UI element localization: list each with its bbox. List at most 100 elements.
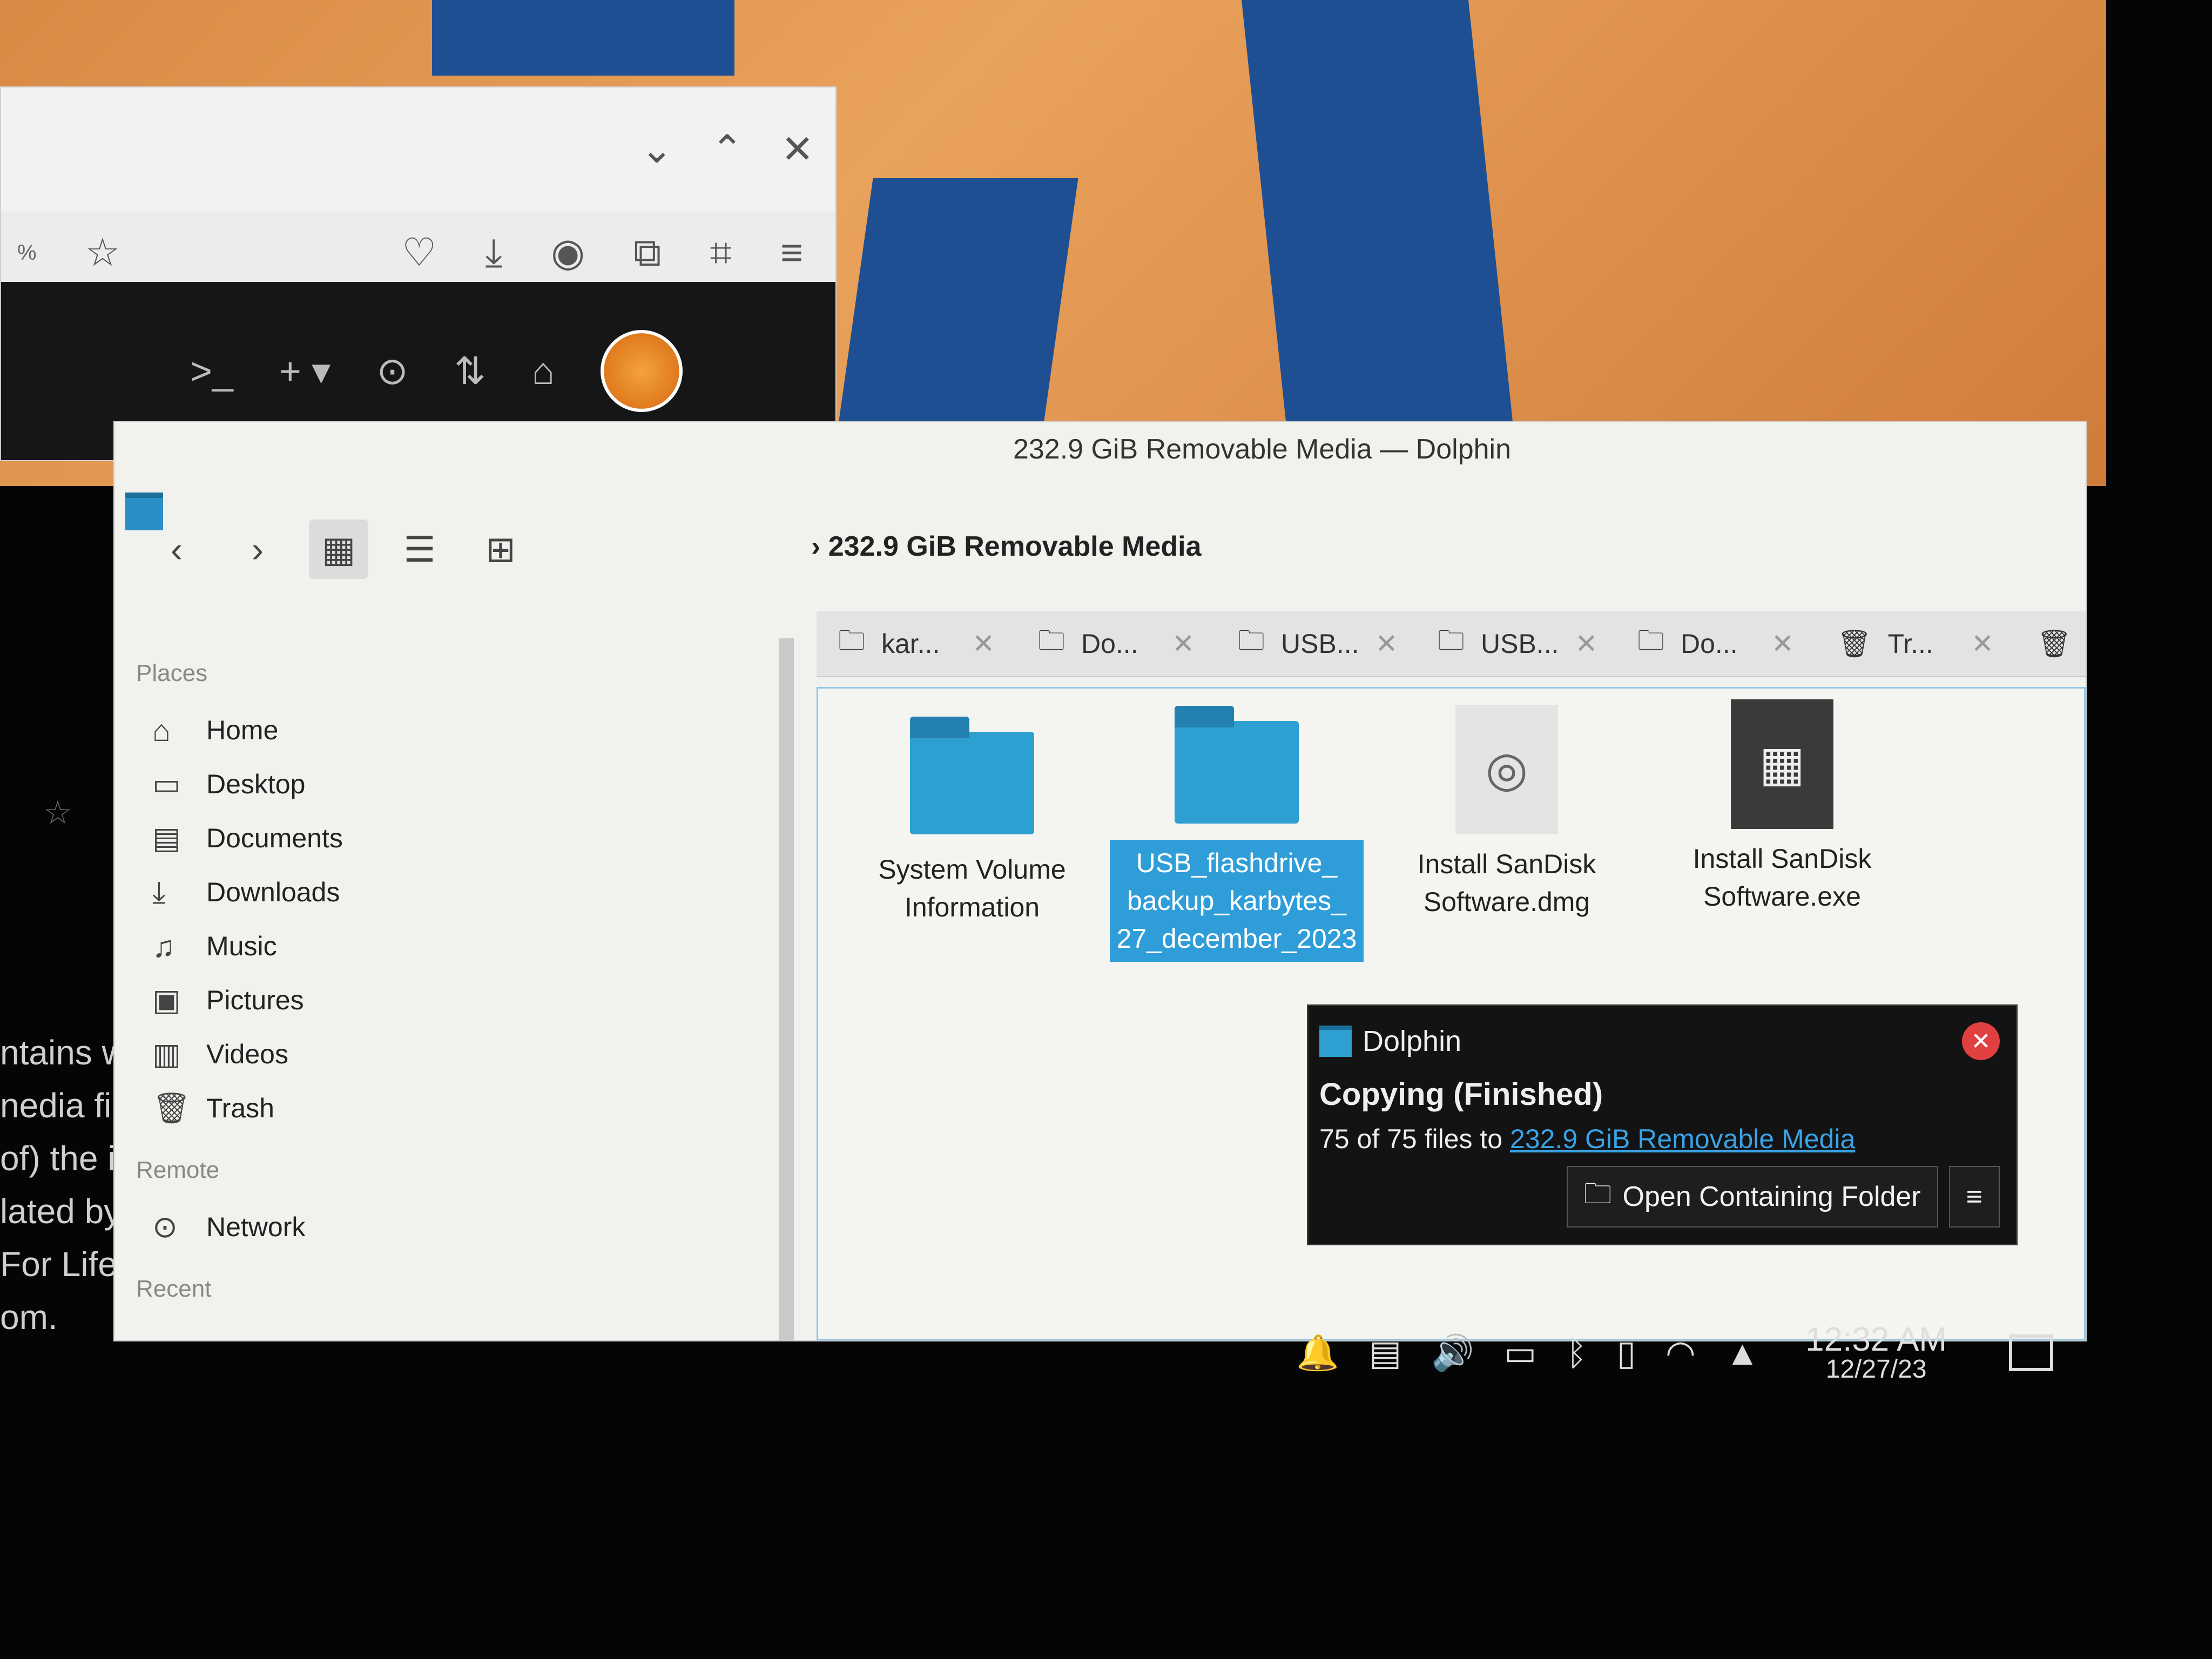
avatar[interactable] — [600, 330, 683, 412]
close-icon[interactable]: ✕ — [1962, 1022, 2000, 1060]
zoom-indicator[interactable]: % — [17, 241, 37, 265]
chevron-right-icon: › — [811, 531, 828, 562]
notifications-icon[interactable]: 🔔 — [1296, 1333, 1339, 1373]
executable-icon: ▦ — [1731, 699, 1833, 829]
screenshot-icon[interactable]: ⌗ — [710, 233, 732, 272]
breadcrumb[interactable]: › 232.9 GiB Removable Media — [811, 530, 1202, 563]
folder-icon: 🗀 — [1637, 625, 1664, 656]
clipboard-icon[interactable]: ▤ — [1369, 1333, 1401, 1373]
tab[interactable]: 🗀 Do... ✕ — [1016, 621, 1216, 667]
account-icon[interactable]: ◉ — [551, 233, 585, 272]
file-name: USB_flashdrive_ backup_karbytes_ 27_dece… — [1110, 840, 1364, 962]
home-icon: ⌂ — [152, 713, 171, 747]
tab[interactable]: 🗀 USB... ✕ — [1416, 621, 1616, 667]
close-icon[interactable]: ✕ — [1172, 628, 1195, 659]
sidebar-item-label: Music — [206, 931, 277, 961]
terminal-icon[interactable]: >_ — [190, 349, 233, 393]
notification-body-text: 75 of 75 files to — [1319, 1124, 1503, 1154]
browser-titlebar[interactable]: ⌄ ⌃ ✕ — [1, 87, 835, 212]
notification-menu-button[interactable]: ≡ — [1948, 1166, 2000, 1228]
merge-icon[interactable]: ⇅ — [454, 349, 486, 393]
file-item[interactable]: ▦ Install SanDisk Software.exe — [1655, 699, 1909, 915]
sidebar-item-network[interactable]: ⊙ Network — [136, 1200, 881, 1254]
pocket-icon[interactable]: ♡ — [402, 233, 437, 272]
star-icon[interactable]: ☆ — [85, 233, 120, 272]
forward-icon[interactable]: › — [228, 520, 287, 579]
volume-icon[interactable]: 🔊 — [1431, 1333, 1474, 1373]
icons-view-icon[interactable]: ▦ — [309, 520, 368, 579]
clock-time: 12:32 AM — [1805, 1321, 1947, 1358]
tab-bar: 🗀 kar... ✕ 🗀 Do... ✕ 🗀 USB... ✕ 🗀 USB... ✕ 🗀 Do..… — [817, 611, 2086, 677]
notification-header: Dolphin ✕ — [1309, 1006, 2016, 1060]
sidebar-item-trash[interactable]: 🗑 Trash — [136, 1081, 881, 1135]
bluetooth-icon[interactable]: ᛒ — [1566, 1333, 1587, 1373]
panel-splitter[interactable] — [779, 638, 794, 1340]
close-icon[interactable]: ✕ — [1771, 628, 1794, 659]
compact-view-icon[interactable]: ☰ — [390, 520, 449, 579]
places-header: Places — [136, 660, 208, 686]
sidebar-item-label: Trash — [206, 1093, 274, 1123]
close-icon[interactable]: ✕ — [781, 130, 814, 169]
folder-icon: 🗀 — [1438, 625, 1465, 656]
close-icon[interactable]: ✕ — [1971, 628, 1994, 659]
music-icon: ♫ — [152, 929, 175, 963]
sidebar-item-videos[interactable]: ▥ Videos — [136, 1027, 881, 1081]
sidebar-item-desktop[interactable]: ▭ Desktop — [136, 757, 881, 811]
tab[interactable]: 🗀 kar... ✕ — [817, 621, 1016, 667]
star-icon: ☆ — [43, 794, 72, 831]
folder-icon — [910, 717, 1034, 834]
close-icon[interactable]: ✕ — [972, 628, 995, 659]
file-name: System Volume Information — [878, 854, 1066, 922]
browser-window[interactable]: ⌄ ⌃ ✕ % ☆ ♡ ⤓ ◉ ⧉ ⌗ ≡ >_ + ▾ ⊙ ⇅ ⌂ — [0, 86, 837, 461]
open-containing-folder-button[interactable]: 🗀 Open Containing Folder — [1566, 1166, 1938, 1228]
file-item[interactable]: System Volume Information — [845, 717, 1099, 926]
file-name: Install SanDisk Software.dmg — [1417, 849, 1596, 917]
inbox-icon[interactable]: ⌂ — [532, 349, 555, 393]
notification-destination-link[interactable]: 232.9 GiB Removable Media — [1510, 1124, 1855, 1154]
notification-popup[interactable]: Dolphin ✕ Copying (Finished) 75 of 75 fi… — [1307, 1004, 2018, 1245]
tab[interactable]: 🗀 USB... ✕ — [1216, 621, 1416, 667]
sidebar-item-downloads[interactable]: ⤓ Downloads — [136, 865, 881, 919]
file-item[interactable]: ◎ Install SanDisk Software.dmg — [1380, 705, 1634, 921]
close-icon[interactable]: ✕ — [1375, 628, 1398, 659]
dolphin-app-icon — [1319, 1026, 1352, 1057]
file-name: Install SanDisk Software.exe — [1692, 844, 1872, 912]
digital-clock[interactable]: 12:32 AM 12/27/23 — [1805, 1323, 1947, 1382]
folder-icon — [1175, 706, 1299, 824]
sidebar-item-label: Desktop — [206, 769, 306, 799]
sidebar-item-pictures[interactable]: ▣ Pictures — [136, 973, 881, 1027]
details-view-icon[interactable]: ⊞ — [471, 520, 530, 579]
extensions-icon[interactable]: ⧉ — [633, 233, 661, 272]
desktop-icon: ▭ — [152, 767, 181, 801]
sidebar-item-label: Network — [206, 1212, 306, 1242]
sidebar-item-label: Documents — [206, 823, 343, 853]
sidebar-item-music[interactable]: ♫ Music — [136, 919, 881, 973]
file-item-selected[interactable]: USB_flashdrive_ backup_karbytes_ 27_dece… — [1110, 706, 1364, 962]
close-icon[interactable]: ✕ — [1575, 628, 1597, 659]
clock-date: 12/27/23 — [1825, 1355, 1927, 1384]
tab[interactable]: 🗑 Tr... ✕ — [1816, 628, 2015, 660]
trash-icon: 🗑 — [152, 1091, 191, 1125]
system-tray: 🔔 ▤ 🔊 ▭ ᛒ ▯ ◠ ▲ 12:32 AM 12/27/23 — [1296, 1307, 2131, 1399]
tab-label: USB... — [1481, 629, 1559, 659]
tab-trash-overflow[interactable]: 🗑 — [2015, 628, 2080, 660]
breadcrumb-location[interactable]: 232.9 GiB Removable Media — [828, 531, 1202, 562]
wifi-icon[interactable]: ◠ — [1665, 1333, 1696, 1373]
folder-icon: 🗀 — [838, 625, 865, 656]
sidebar-item-documents[interactable]: ▤ Documents — [136, 811, 881, 865]
new-tab-icon[interactable]: + ▾ — [279, 349, 331, 393]
back-icon[interactable]: ‹ — [147, 520, 206, 579]
download-icon[interactable]: ⤓ — [485, 233, 502, 272]
tray-expand-icon[interactable]: ▲ — [1725, 1333, 1759, 1373]
menu-icon[interactable]: ≡ — [780, 233, 803, 272]
maximize-icon[interactable]: ⌃ — [711, 130, 743, 169]
notification-app-name: Dolphin — [1363, 1025, 1462, 1057]
usb-drive-icon[interactable]: ▯ — [1617, 1333, 1636, 1373]
show-desktop-icon[interactable] — [2009, 1334, 2054, 1371]
downloads-icon: ⤓ — [152, 874, 166, 909]
battery-icon[interactable]: ▭ — [1504, 1333, 1536, 1373]
minimize-icon[interactable]: ⌄ — [640, 130, 673, 169]
sidebar-item-home[interactable]: ⌂ Home — [136, 703, 881, 757]
target-icon[interactable]: ⊙ — [376, 349, 408, 393]
tab[interactable]: 🗀 Do... ✕ — [1616, 621, 1816, 667]
